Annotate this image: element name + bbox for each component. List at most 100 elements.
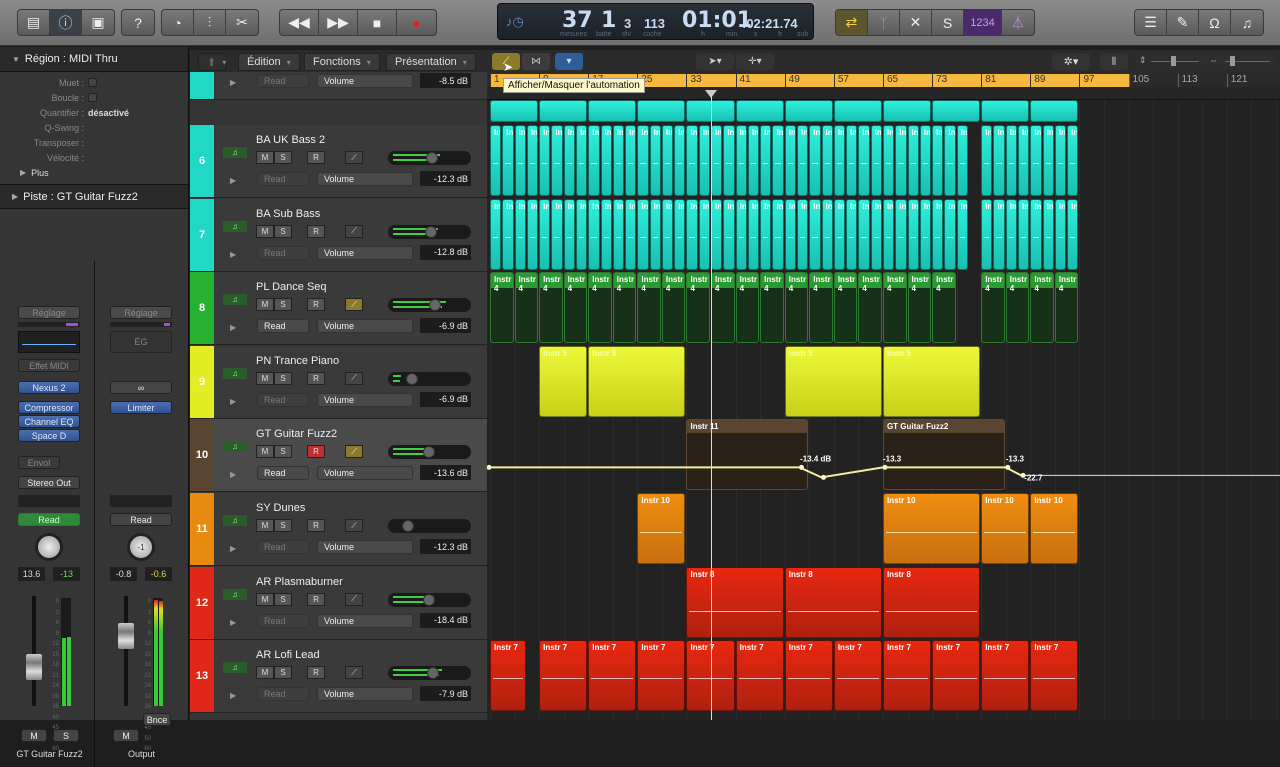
disclosure-triangle-icon[interactable]: ▶ xyxy=(230,250,236,259)
track-name[interactable]: SY Dunes xyxy=(256,502,305,514)
track-header[interactable]: 11 SY Dunes ♫ M S R ⟋ ▶ Read Volume -12.3 dB xyxy=(190,493,487,566)
automation-mode-select[interactable]: Read xyxy=(257,392,309,407)
automation-mode-select[interactable]: Read xyxy=(257,74,309,88)
volume-knob[interactable] xyxy=(425,152,438,164)
cycle-icon[interactable]: ⇄ xyxy=(836,10,868,35)
record-enable-button[interactable]: R xyxy=(307,371,325,385)
volume-slider[interactable] xyxy=(388,519,471,533)
tuner-icon[interactable]: ◔ xyxy=(162,10,194,35)
track-header[interactable]: 8 PL Dance Seq ♫ M S R ⟋ ▶ Read Volume -6.9 dB xyxy=(190,272,487,346)
automation-parameter-select[interactable]: Volume xyxy=(317,319,413,334)
automation-toggle-icon[interactable]: ⟋ xyxy=(345,519,363,532)
automation-value[interactable]: -12.3 dB xyxy=(420,539,471,554)
volume-value[interactable]: 13.6 xyxy=(18,567,45,581)
volume-fader[interactable] xyxy=(118,623,134,649)
automation-parameter-select[interactable]: Volume xyxy=(317,540,413,554)
volume-slider[interactable] xyxy=(388,666,471,681)
solo-button[interactable]: S xyxy=(274,519,292,532)
setting-button[interactable]: Réglage xyxy=(18,306,80,319)
disclosure-triangle-icon[interactable]: ▶ xyxy=(230,691,236,700)
automation-mode-select[interactable]: Read xyxy=(257,466,309,481)
eq-thumbnail[interactable] xyxy=(18,331,80,353)
browser-icon[interactable]: ♫ xyxy=(1231,10,1263,35)
track-name[interactable]: AR Lofi Lead xyxy=(256,649,320,661)
output-slot[interactable]: Stereo Out xyxy=(18,476,80,489)
toolbox-icon[interactable]: ▣ xyxy=(82,10,114,35)
inspector-row[interactable]: Quantifier : désactivé xyxy=(0,105,188,120)
pencil-tool-icon[interactable]: ✛▾ xyxy=(736,53,774,70)
playhead[interactable] xyxy=(711,92,713,720)
automation-mode[interactable]: Read xyxy=(110,513,172,526)
region-header[interactable]: ▼ Région : MIDI Thru xyxy=(0,47,188,72)
record-enable-button[interactable]: R xyxy=(307,666,325,680)
automation-mode-select[interactable]: Read xyxy=(257,245,309,260)
automation-toggle-icon[interactable]: ⟋ xyxy=(345,371,363,385)
solo-button[interactable]: S xyxy=(274,298,292,312)
automation-mode-select[interactable]: Read xyxy=(257,172,309,186)
mute-button[interactable]: M xyxy=(256,371,274,385)
tuning-fork-icon[interactable]: ᛉ xyxy=(868,10,900,35)
inspector-row[interactable]: Q-Swing : xyxy=(0,120,188,135)
insert-slot[interactable]: Space D xyxy=(18,429,80,442)
loops-icon[interactable]: Ω xyxy=(1199,10,1231,35)
record-enable-button[interactable]: R xyxy=(307,298,325,312)
scissors-icon[interactable]: ✂ xyxy=(226,10,258,35)
record-enable-button[interactable]: R xyxy=(307,592,325,606)
mute-button[interactable]: M xyxy=(256,592,274,606)
record-icon[interactable]: ● xyxy=(397,10,436,35)
replace-icon[interactable]: ✕ xyxy=(900,10,932,35)
automation-node[interactable] xyxy=(821,474,827,480)
notepad-icon[interactable]: ✎ xyxy=(1167,10,1199,35)
inspector-row[interactable]: Transposer : xyxy=(0,135,188,150)
volume-knob[interactable] xyxy=(428,299,441,312)
volume-knob[interactable] xyxy=(424,225,437,238)
fast-forward-icon[interactable]: ▶▶ xyxy=(319,10,358,35)
slider-thumb[interactable] xyxy=(1171,56,1176,66)
menu-edition[interactable]: Édition xyxy=(238,53,300,71)
solo-button[interactable]: S xyxy=(53,729,79,742)
settings-gear-icon[interactable]: ✲▾ xyxy=(1052,53,1090,70)
automation-mode-select[interactable]: Read xyxy=(257,613,309,628)
library-icon[interactable]: ▤ xyxy=(18,10,50,35)
insert-slot[interactable]: Compressor xyxy=(18,401,80,414)
track-header[interactable]: 12 AR Plasmaburner ♫ M S R ⟋ ▶ Read Volume -18.4 d… xyxy=(190,566,487,640)
count-in-button[interactable]: 1234 xyxy=(964,10,1002,35)
eq-thumbnail[interactable]: ÉG xyxy=(110,331,172,353)
menu-presentation[interactable]: Présentation xyxy=(386,53,476,71)
track-name[interactable]: AR Plasmaburner xyxy=(256,576,343,588)
solo-button[interactable]: S xyxy=(274,224,292,238)
automation-toggle-icon[interactable]: ⟋ xyxy=(345,224,363,238)
mute-button[interactable]: M xyxy=(256,519,274,532)
track-header[interactable]: 10 GT Guitar Fuzz2 ♫ M S R ⟋ ▶ Read Volume -13.6 d… xyxy=(190,419,487,493)
track-header[interactable]: 7 BA Sub Bass ♫ M S R ⟋ ▶ Read Volume -12.8 dB xyxy=(190,198,487,272)
back-button[interactable]: ⬆ xyxy=(198,53,226,71)
track-name[interactable]: PL Dance Seq xyxy=(256,281,327,293)
solo-button[interactable]: S xyxy=(274,371,292,385)
inspector-row[interactable]: Vélocité : xyxy=(0,150,188,165)
automation-toggle-icon[interactable]: ⟋ xyxy=(345,666,363,680)
automation-mode[interactable]: Read xyxy=(18,513,80,526)
catch-icon[interactable]: ▾ xyxy=(555,53,583,70)
automation-parameter-select[interactable]: Volume xyxy=(317,392,413,407)
stop-icon[interactable]: ■ xyxy=(358,10,397,35)
automation-value[interactable]: -6.9 dB xyxy=(420,391,471,407)
slider-thumb[interactable] xyxy=(1230,56,1235,66)
inspector-row[interactable]: Boucle : xyxy=(0,90,188,105)
automation-toggle-icon[interactable]: ⟋ xyxy=(345,592,363,606)
volume-fader[interactable] xyxy=(26,654,42,680)
inspector-row[interactable]: Muet : xyxy=(0,75,188,90)
volume-knob[interactable] xyxy=(405,372,418,385)
track-name[interactable]: BA Sub Bass xyxy=(256,208,320,220)
insert-slot[interactable]: Limiter xyxy=(110,401,172,414)
record-enable-button[interactable]: R xyxy=(307,519,325,532)
automation-value[interactable]: -6.9 dB xyxy=(420,318,471,334)
track-name[interactable]: BA UK Bass 2 xyxy=(256,134,325,146)
volume-value[interactable]: -0.8 xyxy=(110,567,137,581)
volume-slider[interactable] xyxy=(388,592,471,607)
automation-value[interactable]: -8.5 dB xyxy=(420,73,471,88)
pointer-tool-icon[interactable]: ➤▾ xyxy=(696,53,734,70)
volume-slider[interactable] xyxy=(388,151,471,165)
solo-button[interactable]: S xyxy=(274,151,292,164)
rewind-icon[interactable]: ◀◀ xyxy=(280,10,319,35)
automation-toggle-icon[interactable]: ⟋ xyxy=(345,151,363,164)
